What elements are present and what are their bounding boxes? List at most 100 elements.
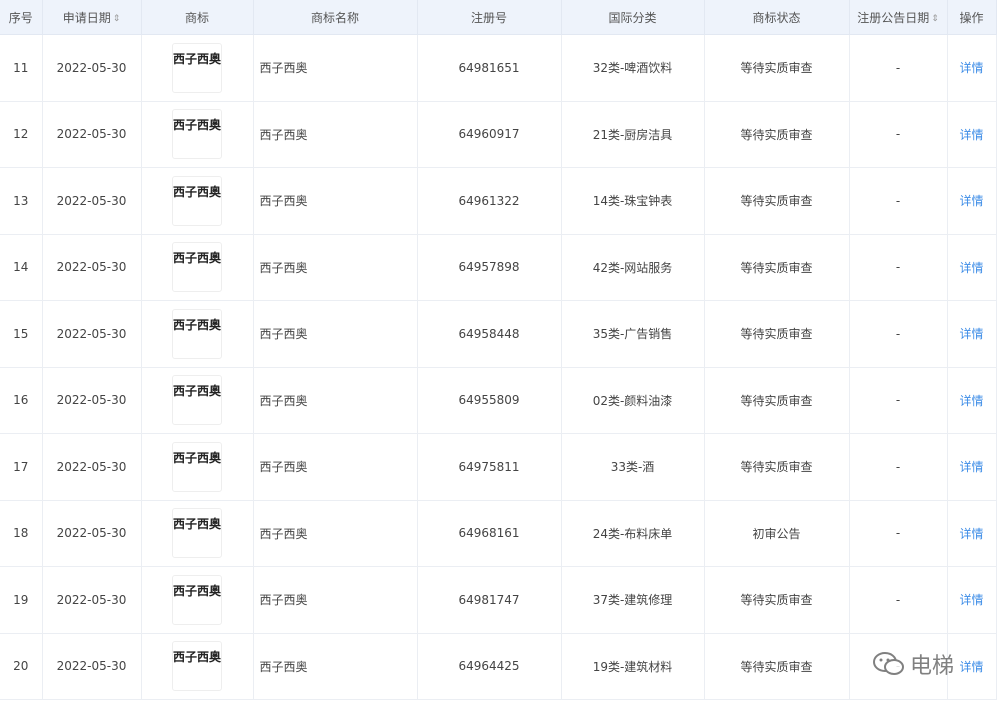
detail-link[interactable]: 详情	[959, 527, 983, 541]
row-status: 等待实质审查	[704, 101, 850, 168]
row-reg-no-text: 64955809	[458, 393, 520, 408]
row-status: 初审公告	[704, 500, 850, 567]
row-pub-date: -	[849, 234, 948, 301]
header-pub-date-label: 注册公告日期	[857, 10, 930, 25]
header-status: 商标状态	[704, 0, 850, 35]
row-action[interactable]: 详情	[947, 34, 997, 102]
row-status-text: 等待实质审查	[740, 593, 813, 608]
row-class: 14类-珠宝钟表	[561, 167, 705, 235]
row-pub-date-text: -	[895, 127, 901, 142]
row-action[interactable]: 详情	[947, 633, 997, 700]
header-action: 操作	[947, 0, 997, 35]
row-name-text: 西子西奥	[259, 260, 308, 275]
row-apply-date-text: 2022-05-30	[56, 260, 127, 275]
row-apply-date: 2022-05-30	[42, 566, 142, 634]
row-apply-date-text: 2022-05-30	[56, 659, 127, 674]
row-index-text: 13	[13, 193, 29, 208]
header-apply-date[interactable]: 申请日期 ⇕	[42, 0, 142, 35]
row-apply-date-text: 2022-05-30	[56, 326, 127, 341]
trademark-logo-image: 西子西奥	[172, 641, 222, 692]
table-row: 19 2022-05-30 西子西奥 西子西奥 64981747 37类-建筑修理 等待实质…	[0, 566, 997, 634]
row-reg-no: 64960917	[417, 101, 562, 168]
row-action[interactable]: 详情	[947, 500, 997, 567]
row-action[interactable]: 详情	[947, 367, 997, 434]
row-class: 42类-网站服务	[561, 234, 705, 301]
detail-link[interactable]: 详情	[959, 327, 983, 341]
row-apply-date: 2022-05-30	[42, 167, 142, 235]
detail-link[interactable]: 详情	[959, 61, 983, 75]
row-index: 15	[0, 300, 43, 368]
row-action[interactable]: 详情	[947, 234, 997, 301]
row-index-text: 18	[13, 526, 29, 541]
row-class-text: 19类-建筑材料	[592, 659, 673, 674]
row-status-text: 初审公告	[752, 526, 801, 541]
wechat-icon	[873, 652, 904, 675]
sort-icon[interactable]: ⇕	[113, 14, 121, 24]
table-row: 18 2022-05-30 西子西奥 西子西奥 64968161 24类-布料床单 初审公告…	[0, 500, 997, 567]
detail-link[interactable]: 详情	[959, 593, 983, 607]
header-reg-no: 注册号	[417, 0, 562, 35]
row-index-text: 11	[13, 60, 29, 75]
row-action[interactable]: 详情	[947, 300, 997, 368]
detail-link[interactable]: 详情	[959, 261, 983, 275]
row-logo: 西子西奥	[141, 566, 254, 634]
row-status-text: 等待实质审查	[740, 659, 813, 674]
detail-link[interactable]: 详情	[959, 194, 983, 208]
row-index: 13	[0, 167, 43, 235]
row-logo: 西子西奥	[141, 101, 254, 168]
row-action[interactable]: 详情	[947, 433, 997, 501]
row-index: 16	[0, 367, 43, 434]
row-apply-date-text: 2022-05-30	[56, 459, 127, 474]
row-pub-date-text: -	[895, 60, 901, 75]
row-class: 35类-广告销售	[561, 300, 705, 368]
row-apply-date-text: 2022-05-30	[56, 127, 127, 142]
detail-link[interactable]: 详情	[959, 460, 983, 474]
row-apply-date-text: 2022-05-30	[56, 592, 127, 607]
table-row: 15 2022-05-30 西子西奥 西子西奥 64958448 35类-广告销售 等待实质…	[0, 300, 997, 368]
detail-link[interactable]: 详情	[959, 394, 983, 408]
row-status: 等待实质审查	[704, 367, 850, 434]
row-apply-date: 2022-05-30	[42, 433, 142, 501]
row-reg-no: 64981747	[417, 566, 562, 634]
row-apply-date: 2022-05-30	[42, 234, 142, 301]
trademark-logo-image: 西子西奥	[172, 109, 222, 160]
trademark-logo-image: 西子西奥	[172, 175, 222, 226]
trademark-table: 序号 申请日期 ⇕ 商标 商标名称 注册号 国际分类 商标状态 注册公告日期 ⇕ 操…	[0, 0, 997, 700]
row-class-text: 42类-网站服务	[592, 260, 673, 275]
row-index: 20	[0, 633, 43, 700]
row-class-text: 24类-布料床单	[592, 526, 673, 541]
row-pub-date-text: -	[895, 459, 901, 474]
row-action[interactable]: 详情	[947, 566, 997, 634]
row-action[interactable]: 详情	[947, 167, 997, 235]
row-status: 等待实质审查	[704, 34, 850, 102]
row-index: 14	[0, 234, 43, 301]
row-name: 西子西奥	[253, 633, 418, 700]
header-logo: 商标	[141, 0, 254, 35]
table-row: 16 2022-05-30 西子西奥 西子西奥 64955809 02类-颜料油漆 等待实质…	[0, 367, 997, 434]
row-logo: 西子西奥	[141, 633, 254, 700]
row-class-text: 35类-广告销售	[592, 327, 673, 342]
row-name: 西子西奥	[253, 566, 418, 634]
row-name-text: 西子西奥	[259, 526, 308, 541]
row-class-text: 33类-酒	[610, 460, 655, 475]
row-action[interactable]: 详情	[947, 101, 997, 168]
row-reg-no-text: 64958448	[458, 326, 520, 341]
detail-link[interactable]: 详情	[959, 128, 983, 142]
row-reg-no-text: 64960917	[458, 127, 520, 142]
row-class-text: 37类-建筑修理	[592, 593, 673, 608]
row-apply-date: 2022-05-30	[42, 300, 142, 368]
sort-icon[interactable]: ⇕	[931, 14, 939, 24]
row-reg-no: 64957898	[417, 234, 562, 301]
row-pub-date-text: -	[895, 326, 901, 341]
trademark-logo-image: 西子西奥	[172, 574, 222, 625]
row-logo: 西子西奥	[141, 300, 254, 368]
row-name: 西子西奥	[253, 300, 418, 368]
detail-link[interactable]: 详情	[959, 660, 983, 674]
header-pub-date[interactable]: 注册公告日期 ⇕	[849, 0, 948, 35]
row-class-text: 14类-珠宝钟表	[592, 194, 673, 209]
table-row: 20 2022-05-30 西子西奥 西子西奥 64964425 19类-建筑材料 等待实质…	[0, 633, 997, 700]
trademark-logo-image: 西子西奥	[172, 375, 222, 426]
table-row: 11 2022-05-30 西子西奥 西子西奥 64981651 32类-啤酒饮料 等待实质…	[0, 34, 997, 102]
row-index: 19	[0, 566, 43, 634]
table-row: 17 2022-05-30 西子西奥 西子西奥 64975811 33类-酒 等待实质审查 -…	[0, 433, 997, 501]
